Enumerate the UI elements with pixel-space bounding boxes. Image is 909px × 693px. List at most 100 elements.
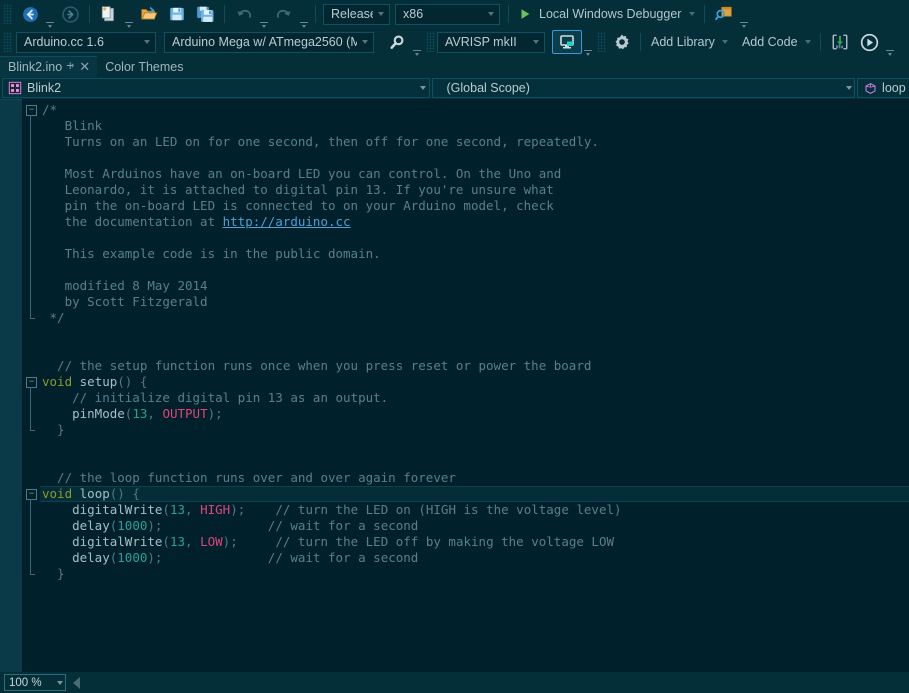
programmer-combo[interactable]: AVRISP mkII — [437, 31, 545, 53]
add-library-button[interactable]: Add Library — [646, 31, 731, 53]
project-combo[interactable]: Blink2 — [2, 78, 430, 98]
code-line[interactable]: Most Arduinos have an on-board LED you c… — [40, 166, 909, 182]
serial-monitor-dropdown[interactable] — [582, 29, 594, 56]
tab-color-themes[interactable]: Color Themes — [97, 56, 188, 77]
code-token: Turns on an LED on for one second, then … — [42, 134, 599, 149]
code-line[interactable]: This example code is in the public domai… — [40, 246, 909, 262]
horizontal-scroll-left-button[interactable] — [73, 676, 80, 689]
scope-combo[interactable]: (Global Scope) — [431, 78, 856, 98]
serial-monitor-button[interactable] — [552, 30, 582, 54]
board-search-dropdown[interactable] — [411, 29, 423, 56]
code-line[interactable]: digitalWrite(13, LOW); // turn the LED o… — [40, 534, 909, 550]
editor-indicator-margin[interactable] — [0, 99, 22, 672]
chevron-down-icon[interactable] — [415, 86, 429, 90]
code-editor[interactable]: − − − /* Blink Turns on an LED on for one … — [0, 99, 909, 672]
code-line[interactable]: } — [40, 566, 909, 582]
undo-dropdown[interactable] — [258, 1, 270, 28]
code-line[interactable]: Blink — [40, 118, 909, 134]
code-token: } — [42, 566, 65, 581]
navigate-backward-dropdown[interactable] — [44, 1, 56, 28]
code-token: ( — [162, 502, 170, 517]
code-line[interactable]: digitalWrite(13, HIGH); // turn the LED … — [40, 502, 909, 518]
redo-dropdown[interactable] — [298, 1, 310, 28]
add-code-button[interactable]: Add Code — [737, 31, 814, 53]
arduino-toolbar-grip-2[interactable] — [426, 32, 435, 52]
code-line[interactable]: by Scott Fitzgerald — [40, 294, 909, 310]
chevron-down-icon[interactable] — [139, 40, 155, 44]
code-line[interactable]: pinMode(13, OUTPUT); — [40, 406, 909, 422]
code-token: This example code is in the public domai… — [42, 246, 381, 261]
code-line[interactable] — [40, 150, 909, 166]
arduino-toolbar-grip-3[interactable] — [597, 32, 606, 52]
arduino-toolbar-grip[interactable] — [3, 32, 12, 52]
code-line[interactable]: // initialize digital pin 13 as an outpu… — [40, 390, 909, 406]
chevron-down-icon[interactable] — [373, 12, 389, 16]
code-line[interactable]: void setup() { — [40, 374, 909, 390]
code-line[interactable] — [40, 454, 909, 470]
start-debug-label: Local Windows Debugger — [539, 7, 682, 21]
code-line[interactable]: modified 8 May 2014 — [40, 278, 909, 294]
fold-collapse-icon[interactable]: − — [26, 489, 37, 500]
chevron-down-icon[interactable] — [357, 40, 373, 44]
chevron-down-icon[interactable] — [51, 680, 65, 685]
navigate-forward-button[interactable] — [56, 3, 84, 25]
redo-button[interactable] — [270, 3, 298, 25]
code-line[interactable]: pin the on-board LED is connected to on … — [40, 198, 909, 214]
code-token: 1000 — [117, 550, 148, 565]
arduino-board-combo[interactable]: Arduino Mega w/ ATmega2560 (Mega — [164, 31, 374, 53]
start-debug-button[interactable]: Local Windows Debugger — [514, 3, 698, 25]
code-line[interactable]: delay(1000); // wait for a second — [40, 550, 909, 566]
toolbar-grip[interactable] — [3, 4, 12, 24]
code-line[interactable]: Turns on an LED on for one second, then … — [40, 134, 909, 150]
close-icon[interactable]: ✕ — [77, 59, 92, 75]
board-search-button[interactable] — [383, 31, 411, 53]
code-token: OUTPUT — [162, 406, 208, 421]
build-and-run-button[interactable] — [856, 31, 884, 53]
code-line[interactable]: // the setup function runs once when you… — [40, 358, 909, 374]
chevron-down-icon[interactable] — [528, 40, 544, 44]
code-line[interactable] — [40, 342, 909, 358]
solution-configuration-combo[interactable]: Release — [323, 3, 390, 25]
open-file-button[interactable] — [135, 3, 163, 25]
code-line[interactable] — [40, 438, 909, 454]
solution-platform-combo[interactable]: x86 — [395, 3, 500, 25]
code-line[interactable]: delay(1000); // wait for a second — [40, 518, 909, 534]
code-line[interactable]: Leonardo, it is attached to digital pin … — [40, 182, 909, 198]
find-in-window-button[interactable] — [710, 3, 738, 25]
editor-text-area[interactable]: /* Blink Turns on an LED on for one seco… — [40, 99, 909, 672]
code-line[interactable]: */ — [40, 310, 909, 326]
code-line[interactable]: // the loop function runs over and over … — [40, 470, 909, 486]
tab-blink2-ino[interactable]: Blink2.ino ✕ — [0, 56, 98, 77]
fold-region-line — [30, 387, 31, 430]
build-and-run-dropdown[interactable] — [884, 29, 896, 56]
upload-to-board-button[interactable] — [826, 31, 854, 53]
code-line[interactable]: the documentation at http://arduino.cc — [40, 214, 909, 230]
editor-fold-margin[interactable]: − − − — [22, 99, 40, 672]
arduino-settings-button[interactable] — [608, 31, 636, 53]
zoom-combo[interactable]: 100 % — [4, 674, 66, 691]
navigate-backward-button[interactable] — [16, 3, 44, 25]
new-item-dropdown[interactable] — [123, 1, 135, 28]
undo-button[interactable] — [230, 3, 258, 25]
save-button[interactable] — [163, 3, 191, 25]
code-line[interactable]: /* — [40, 102, 909, 118]
chevron-down-icon[interactable] — [840, 86, 854, 90]
arduino-sdk-combo[interactable]: Arduino.cc 1.6 — [16, 31, 156, 53]
pin-icon[interactable] — [62, 60, 77, 74]
code-line[interactable]: void loop() { — [40, 486, 909, 502]
code-token: delay — [72, 550, 110, 565]
fold-collapse-icon[interactable]: − — [26, 377, 37, 388]
fold-collapse-icon[interactable]: − — [26, 105, 37, 116]
code-token: pinMode — [72, 406, 125, 421]
save-all-button[interactable] — [191, 3, 219, 25]
find-in-window-dropdown[interactable] — [738, 1, 750, 28]
code-line[interactable] — [40, 230, 909, 246]
code-line[interactable] — [40, 326, 909, 342]
code-token: Leonardo, it is attached to digital pin … — [42, 182, 554, 197]
code-line[interactable] — [40, 262, 909, 278]
member-combo[interactable]: loop — [857, 78, 909, 98]
code-token: 13 — [169, 502, 186, 517]
new-item-button[interactable] — [95, 3, 123, 25]
code-line[interactable]: } — [40, 422, 909, 438]
chevron-down-icon[interactable] — [483, 12, 499, 16]
